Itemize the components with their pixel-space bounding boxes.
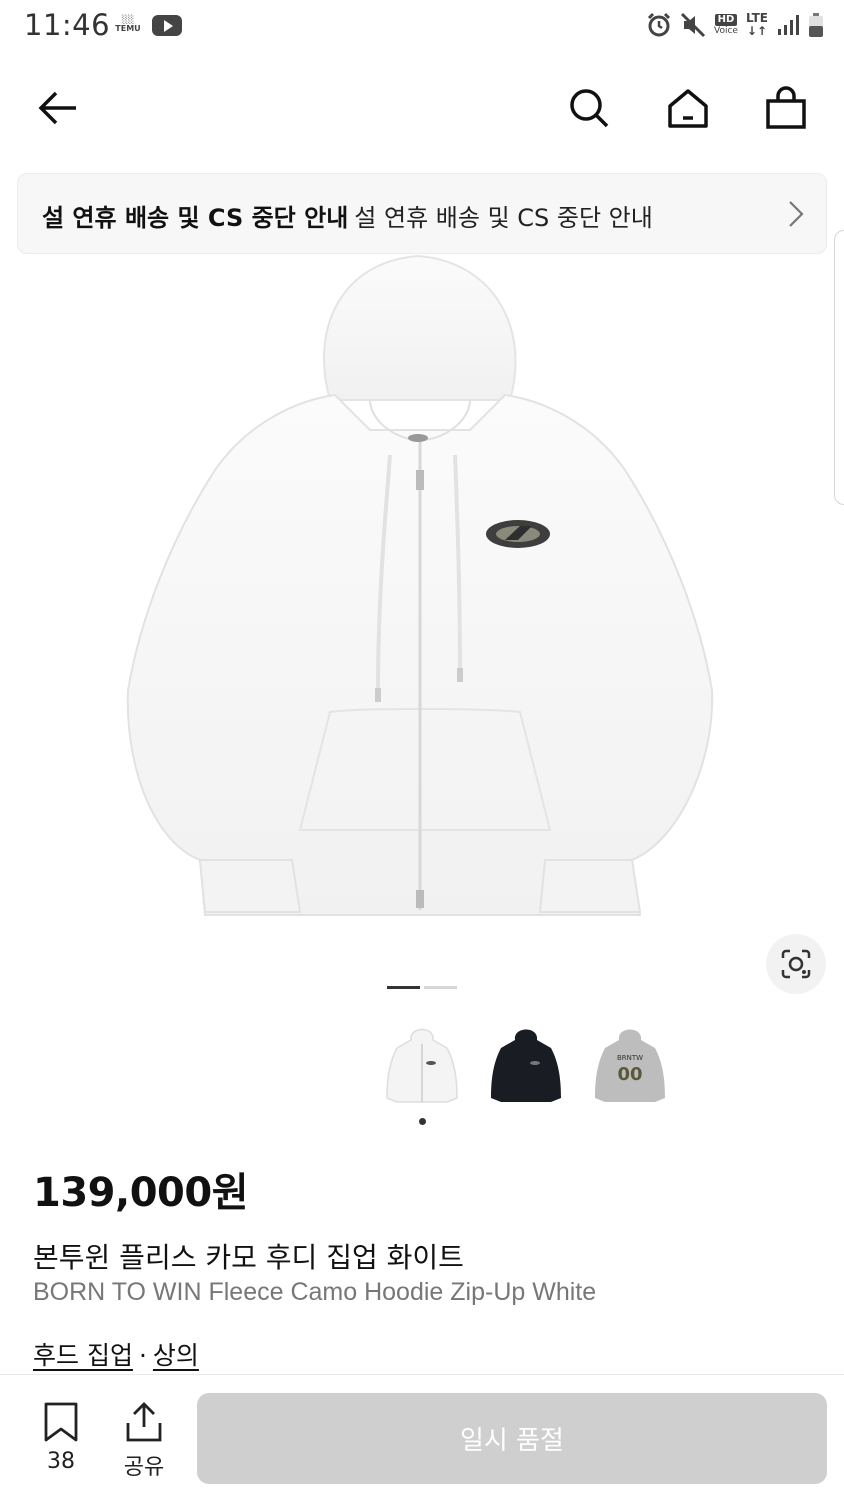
share-button[interactable]: 공유 [114,1401,174,1481]
hoodie-illustration [126,254,714,916]
home-icon [668,89,708,128]
signal-icon [778,15,799,35]
status-icons: HD Voice LTE ↓↑ [646,10,824,40]
wishlist-button[interactable]: 38 [31,1401,91,1474]
camera-lens-icon [781,949,811,979]
category-separator: · [138,1341,147,1370]
thumbnail-white[interactable] [381,1018,463,1110]
share-icon [126,1402,162,1442]
mute-icon [680,12,706,38]
bookmark-icon [44,1402,78,1442]
bottom-action-bar: 38 공유 일시 품절 [0,1374,844,1500]
lte-icon: LTE ↓↑ [745,11,768,38]
notice-normal-text: 설 연휴 배송 및 CS 중단 안내 [354,204,653,232]
sold-out-button[interactable]: 일시 품절 [197,1393,827,1484]
thumbnail-back-print: BRNTW [617,1054,643,1062]
scroll-indicator [834,230,844,505]
notice-bold-text: 설 연휴 배송 및 CS 중단 안내 [42,204,349,232]
pager-segment [424,986,457,989]
notice-banner[interactable]: 설 연휴 배송 및 CS 중단 안내 설 연휴 배송 및 CS 중단 안내 [17,173,827,254]
category-breadcrumb: 후드 집업 · 상의 [33,1336,199,1372]
alarm-icon [647,12,671,37]
notice-text: 설 연휴 배송 및 CS 중단 안내 설 연휴 배송 및 CS 중단 안내 [42,198,653,233]
search-icon [570,89,609,128]
category-link-tops[interactable]: 상의 [153,1341,199,1370]
youtube-icon [152,15,182,36]
temu-icon: ░░ TEMU [115,15,141,33]
hd-voice-icon: HD Voice [714,14,738,36]
product-price: 139,000원 [33,1170,249,1216]
wishlist-count: 38 [47,1449,75,1474]
image-pager [387,986,457,989]
category-link-hood-zipup[interactable]: 후드 집업 [33,1341,133,1370]
search-button[interactable] [561,80,617,136]
status-bar: 11:46 ░░ TEMU HD Voice LTE ↓↑ [0,0,844,52]
back-button[interactable] [30,80,86,136]
cart-button[interactable] [758,80,814,136]
top-nav [0,70,844,146]
product-image[interactable] [0,254,844,994]
home-button[interactable] [660,80,716,136]
chevron-right-icon [789,201,804,227]
back-arrow-icon [38,91,76,125]
color-thumbnails: BRNTW 00 [381,1018,671,1110]
pager-segment-active [387,986,420,989]
shopping-bag-icon [766,86,806,129]
product-title-korean: 본투윈 플리스 카모 후디 집업 화이트 [33,1241,464,1274]
battery-icon [809,13,823,37]
thumbnail-grey[interactable]: BRNTW 00 [589,1018,671,1110]
visual-search-button[interactable] [766,934,826,994]
share-label: 공유 [123,1455,165,1480]
status-time: 11:46 [24,8,111,42]
thumbnail-back-number: 00 [617,1064,642,1085]
thumbnail-black[interactable] [485,1018,567,1110]
product-title-english: BORN TO WIN Fleece Camo Hoodie Zip-Up Wh… [33,1278,597,1306]
thumbnail-selected-dot [419,1118,426,1125]
